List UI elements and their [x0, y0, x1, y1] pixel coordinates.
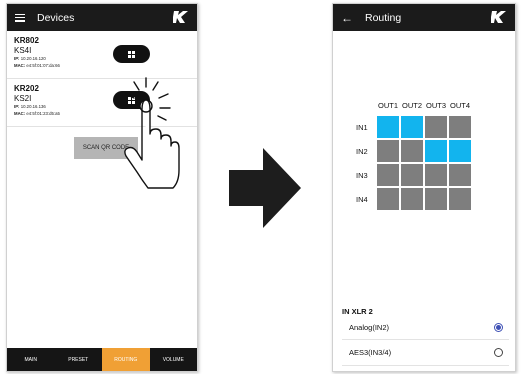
- tap-hand-icon: [124, 77, 180, 189]
- divider: [342, 339, 509, 340]
- routing-cell[interactable]: [377, 116, 399, 138]
- routing-cell[interactable]: [449, 140, 471, 162]
- routing-cell[interactable]: [425, 164, 447, 186]
- device-mac: MAC: e4:5f:01:07:da:66: [14, 62, 60, 68]
- routing-cell[interactable]: [377, 140, 399, 162]
- routing-screen: ← Routing OUT1 OUT2 OUT3 OUT4 IN1 IN2 IN…: [332, 3, 516, 372]
- identify-device-button[interactable]: [113, 45, 150, 63]
- page-title: Devices: [37, 11, 75, 24]
- routing-app-bar: ← Routing: [333, 4, 515, 31]
- routing-cell[interactable]: [449, 188, 471, 210]
- option-label: AES3(IN3/4): [349, 348, 392, 357]
- device-model: KS4I: [14, 46, 32, 55]
- radio-button[interactable]: [494, 323, 503, 332]
- option-analog[interactable]: Analog(IN2): [333, 317, 515, 338]
- device-list-item[interactable]: KR802 KS4I IP: 10.20.16.120 MAC: e4:5f:0…: [7, 31, 197, 79]
- k-logo-icon: [173, 11, 188, 23]
- nav-tab-main[interactable]: MAIN: [7, 348, 55, 371]
- divider: [342, 365, 509, 366]
- devices-screen: Devices KR802 KS4I IP: 10.20.16.120 MAC:…: [6, 3, 198, 372]
- routing-cell[interactable]: [401, 188, 423, 210]
- routing-cell[interactable]: [449, 116, 471, 138]
- routing-cell[interactable]: [449, 164, 471, 186]
- output-label: OUT2: [401, 101, 422, 110]
- output-label: OUT1: [377, 101, 398, 110]
- routing-cell[interactable]: [425, 188, 447, 210]
- nav-tab-preset[interactable]: PRESET: [55, 348, 103, 371]
- output-label: OUT4: [449, 101, 470, 110]
- radio-button[interactable]: [494, 348, 503, 357]
- devices-app-bar: Devices: [7, 4, 197, 31]
- tutorial-figure: Devices KR802 KS4I IP: 10.20.16.120 MAC:…: [0, 0, 521, 374]
- option-aes3[interactable]: AES3(IN3/4): [333, 342, 515, 363]
- input-label: IN4: [356, 195, 368, 204]
- nav-tab-volume[interactable]: VOLUME: [150, 348, 198, 371]
- page-title: Routing: [365, 11, 402, 24]
- input-label: IN1: [356, 123, 368, 132]
- section-title: IN XLR 2: [342, 307, 373, 316]
- option-label: Analog(IN2): [349, 323, 390, 332]
- input-label: IN3: [356, 171, 368, 180]
- routing-cell[interactable]: [401, 164, 423, 186]
- routing-cell[interactable]: [401, 140, 423, 162]
- menu-icon[interactable]: [15, 13, 25, 22]
- back-arrow-icon[interactable]: ←: [341, 12, 353, 24]
- routing-cell[interactable]: [425, 140, 447, 162]
- arrow-right-icon: [229, 148, 301, 228]
- grid-icon: [128, 50, 135, 58]
- output-label: OUT3: [425, 101, 446, 110]
- k-logo-icon: [491, 11, 506, 23]
- routing-cell[interactable]: [401, 116, 423, 138]
- device-ip: IP: 10.20.16.120: [14, 56, 46, 61]
- routing-cell[interactable]: [377, 164, 399, 186]
- input-label: IN2: [356, 147, 368, 156]
- bottom-navigation: MAIN PRESET ROUTING VOLUME: [7, 348, 197, 371]
- routing-cell[interactable]: [377, 188, 399, 210]
- nav-tab-routing[interactable]: ROUTING: [102, 348, 150, 371]
- device-name: KR802: [14, 36, 39, 45]
- routing-cell[interactable]: [425, 116, 447, 138]
